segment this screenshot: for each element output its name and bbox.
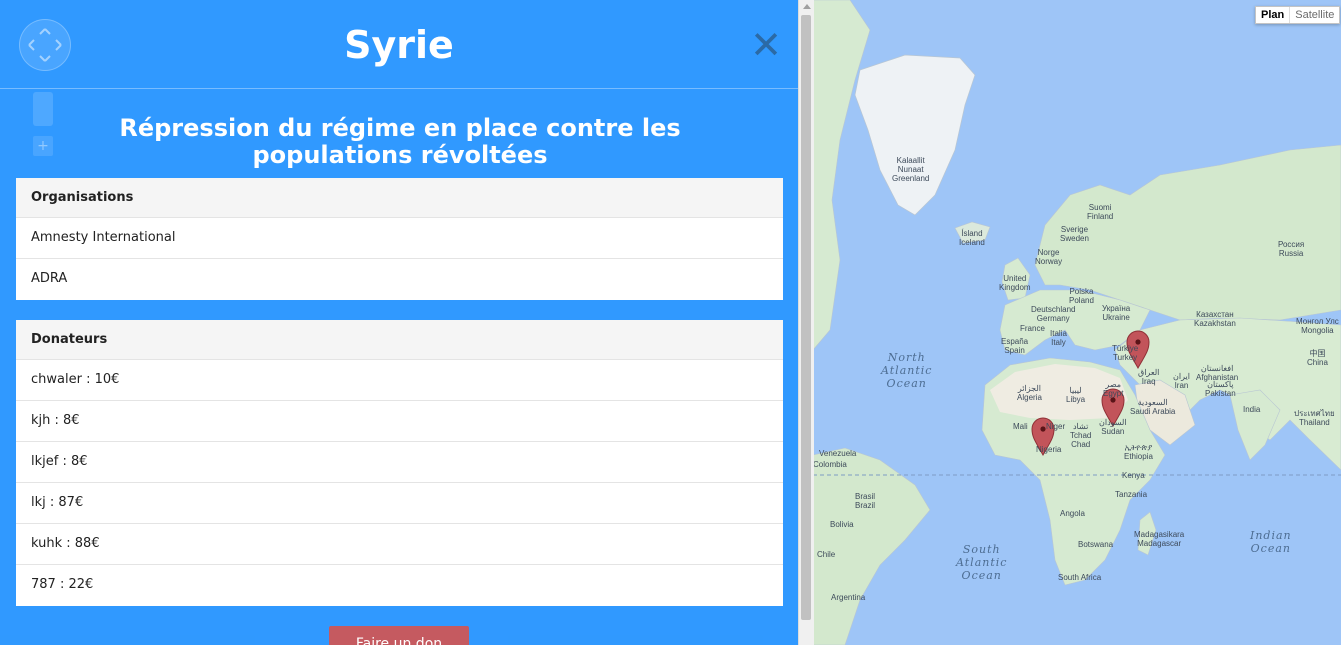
map-label-saudi: السعودية Saudi Arabia [1130,398,1176,416]
map-label-thailand: ประเทศไทย Thailand [1294,409,1335,427]
map-type-control: Plan Satellite [1255,6,1341,24]
map-label-angola: Angola [1060,509,1085,518]
map-label-italy: Italia Italy [1050,329,1067,347]
map-label-greenland: Kalaallit Nunaat Greenland [892,156,930,183]
ocean-label-indian: Indian Ocean [1250,529,1292,555]
map-label-iraq: العراق Iraq [1138,368,1160,386]
map-label-brazil: Brasil Brazil [855,492,876,510]
map-type-satellite-button[interactable]: Satellite [1289,7,1339,23]
map-type-plan-button[interactable]: Plan [1256,7,1289,23]
map-label-mali: Mali [1013,422,1028,431]
map-label-egypt: مصر Egypt [1103,380,1124,398]
header-divider [0,88,798,89]
map-label-madagascar: Madagasikara Madagascar [1134,530,1185,548]
donor-item: chwaler : 10€ [16,360,783,401]
map-label-spain: España Spain [1001,337,1029,355]
map-label-iran: ایران Iran [1173,372,1190,390]
map-label-chile: Chile [817,550,836,559]
map-label-chad: تشاد Tchad Chad [1070,422,1092,449]
map-label-uk: United Kingdom [999,274,1031,292]
close-icon[interactable]: ✕ [748,25,784,65]
donor-item: lkj : 87€ [16,483,783,524]
map-label-india: India [1243,405,1261,414]
donateurs-card: Donateurs chwaler : 10€ kjh : 8€ lkjef :… [16,320,783,606]
map-label-south-africa: South Africa [1058,573,1102,582]
map-label-france: France [1020,324,1045,333]
map-label-colombia: Colombia [813,460,847,469]
map-label-algeria: الجزائر Algeria [1017,384,1042,402]
map-label-iceland: Ísland Iceland [959,229,985,247]
organisations-header: Organisations [16,178,783,218]
map-label-kazakhstan: Казахстан Kazakhstan [1194,310,1236,328]
map-label-turkey: Türkiye Turkey [1112,344,1139,362]
donor-item: kuhk : 88€ [16,524,783,565]
panel-scrollbar[interactable] [798,0,814,645]
map-label-ukraine: Україна Ukraine [1102,304,1131,322]
map-label-poland: Polska Poland [1069,287,1094,305]
map-label-argentina: Argentina [831,593,866,602]
map-label-germany: Deutschland Germany [1031,305,1076,323]
map-label-niger: Niger [1046,422,1066,431]
donateurs-header: Donateurs [16,320,783,360]
ocean-label-south-atlantic: South Atlantic Ocean [956,543,1008,582]
organisation-item: Amnesty International [16,218,783,259]
donate-button[interactable]: Faire un don [329,626,469,645]
map-label-venezuela: Venezuela [819,449,857,458]
map-label-kenya: Kenya [1122,471,1145,480]
donor-item: 787 : 22€ [16,565,783,606]
map-label-china: 中国 China [1307,349,1328,367]
map-label-russia: Россия Russia [1278,240,1305,258]
map-label-pakistan: پاکستان Pakistan [1205,380,1236,398]
map-label-finland: Suomi Finland [1087,203,1114,221]
map-label-bolivia: Bolivia [830,520,854,529]
map-label-norway: Norge Norway [1035,248,1063,266]
map-label-nigeria: Nigeria [1036,445,1062,454]
map-label-mongolia: Монгол Улс Mongolia [1296,317,1339,335]
map-label-libya: ليبيا Libya [1066,386,1086,404]
donor-item: lkjef : 8€ [16,442,783,483]
panel-subtitle: Répression du régime en place contre les… [119,114,681,169]
ocean-label-north-atlantic: North Atlantic Ocean [881,351,933,390]
organisation-item: ADRA [16,259,783,300]
map-label-ethiopia: ኢትዮጵያ Ethiopia [1124,443,1153,461]
donor-item: kjh : 8€ [16,401,783,442]
map-label-sweden: Sverige Sweden [1060,225,1089,243]
map-label-sudan: السودان Sudan [1099,418,1127,436]
scrollbar-thumb[interactable] [801,15,811,620]
organisations-card: Organisations Amnesty International ADRA [16,178,783,300]
panel-title: Syrie [344,23,454,67]
map-label-botswana: Botswana [1078,540,1114,549]
scroll-up-arrow-icon[interactable] [803,4,811,9]
map-label-tanzania: Tanzania [1115,490,1148,499]
country-info-panel: + Syrie ✕ Répression du régime en place … [0,0,798,645]
